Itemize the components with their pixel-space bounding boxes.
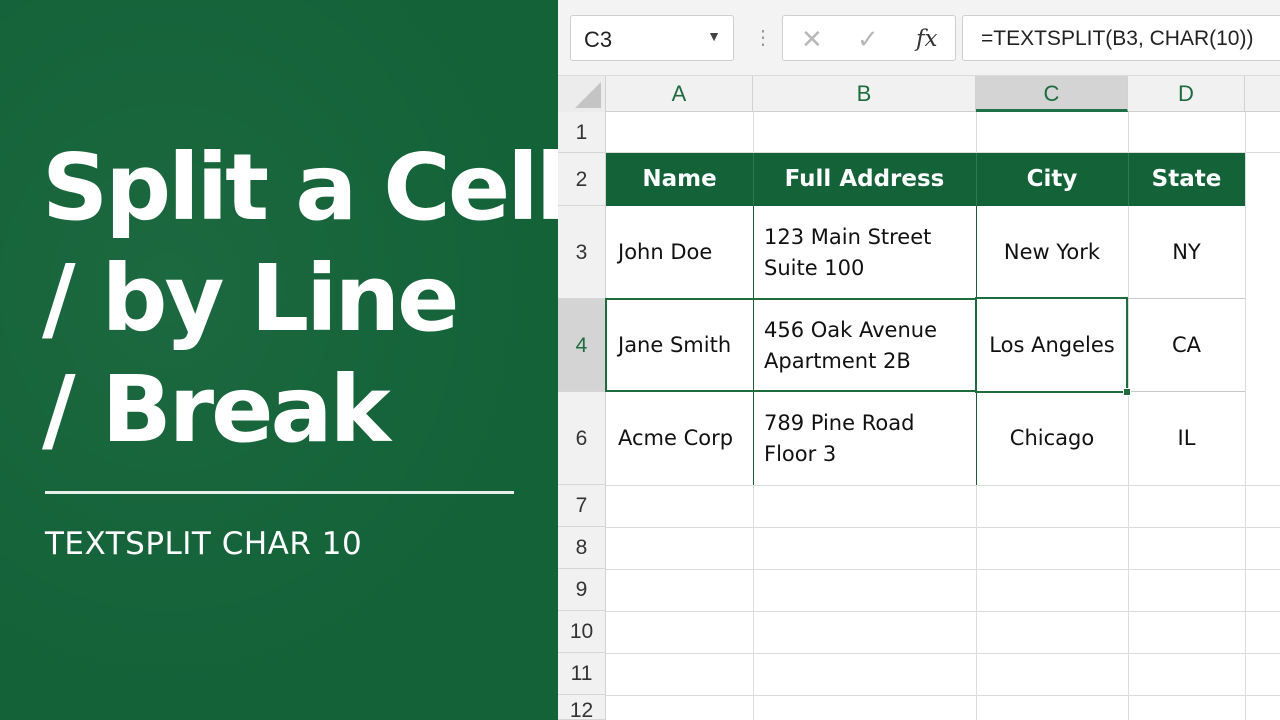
cell-d3[interactable]: NY [1128,237,1245,268]
fill-handle[interactable] [1123,388,1131,396]
cell-d6[interactable]: IL [1128,423,1245,454]
name-box-value: C3 [584,27,613,52]
banner-title: Split a Cell / by Line / Break [42,132,567,465]
row-header-4[interactable]: 4 [558,299,606,392]
select-all-button[interactable] [558,76,606,112]
grid-line [606,611,1280,612]
formula-bar: C3 ▼ ⋮ ✕ ✓ fx =TEXTSPLIT(B3, CHAR(10)) [558,0,1280,76]
cell-b3-line-2[interactable]: Suite 100 [764,253,864,284]
row-header-10[interactable]: 10 [558,611,606,653]
selection-range [605,298,977,392]
title-banner: Split a Cell / by Line / Break TEXTSPLIT… [0,0,567,720]
insert-function-icon[interactable]: fx [916,24,937,54]
row-header-8[interactable]: 8 [558,527,606,569]
cell-a6[interactable]: Acme Corp [618,423,733,454]
cell-b6-line-1[interactable]: 789 Pine Road [764,408,914,439]
column-header-a[interactable]: A [606,76,753,112]
row-header-1[interactable]: 1 [558,112,606,153]
table-header-city[interactable]: City [976,153,1128,206]
name-box[interactable]: C3 ▼ [570,15,734,61]
row-header-3[interactable]: 3 [558,206,606,299]
banner-divider [45,491,514,494]
banner-title-line-3: / Break [42,356,391,463]
banner-title-line-1: Split a Cell [42,134,567,241]
more-options-icon[interactable]: ⋮ [753,24,773,52]
table-header-full-address[interactable]: Full Address [753,153,976,206]
table-header-name[interactable]: Name [606,153,753,206]
cell-c6[interactable]: Chicago [976,423,1128,454]
cell-b3-line-1[interactable]: 123 Main Street [764,222,931,253]
cell-a3[interactable]: John Doe [618,237,712,268]
cell-c3[interactable]: New York [976,237,1128,268]
chevron-down-icon[interactable]: ▼ [707,28,721,44]
row-header-2[interactable]: 2 [558,153,606,206]
grid-line [606,653,1280,654]
column-header-d[interactable]: D [1128,76,1245,112]
column-header-c[interactable]: C [976,76,1128,112]
column-header-b[interactable]: B [753,76,976,112]
active-cell-outline [975,297,1128,393]
grid-line [606,485,1280,486]
check-icon[interactable]: ✓ [857,24,879,54]
banner-subtitle: TEXTSPLIT CHAR 10 [45,526,363,562]
row-header-11[interactable]: 11 [558,653,606,695]
grid-line [1245,112,1246,720]
formula-buttons: ✕ ✓ fx [782,15,956,61]
grid-line [606,695,1280,696]
grid-line [606,527,1280,528]
formula-value: =TEXTSPLIT(B3, CHAR(10)) [981,27,1254,50]
table-header-row: Name Full Address City State [606,153,1245,206]
banner-title-line-2: / by Line [42,245,460,352]
cell-b6-line-2[interactable]: Floor 3 [764,439,836,470]
formula-input[interactable]: =TEXTSPLIT(B3, CHAR(10)) [962,15,1280,61]
row-header-9[interactable]: 9 [558,569,606,611]
cell-d4[interactable]: CA [1128,330,1245,361]
table-header-state[interactable]: State [1128,153,1245,206]
row-header-12[interactable]: 12 [558,695,606,720]
row-header-6[interactable]: 6 [558,392,606,485]
spreadsheet: C3 ▼ ⋮ ✕ ✓ fx =TEXTSPLIT(B3, CHAR(10)) A… [558,0,1280,720]
grid-line [606,569,1280,570]
close-icon[interactable]: ✕ [801,24,823,54]
column-headers: A B C D [558,76,1280,112]
row-header-7[interactable]: 7 [558,485,606,527]
